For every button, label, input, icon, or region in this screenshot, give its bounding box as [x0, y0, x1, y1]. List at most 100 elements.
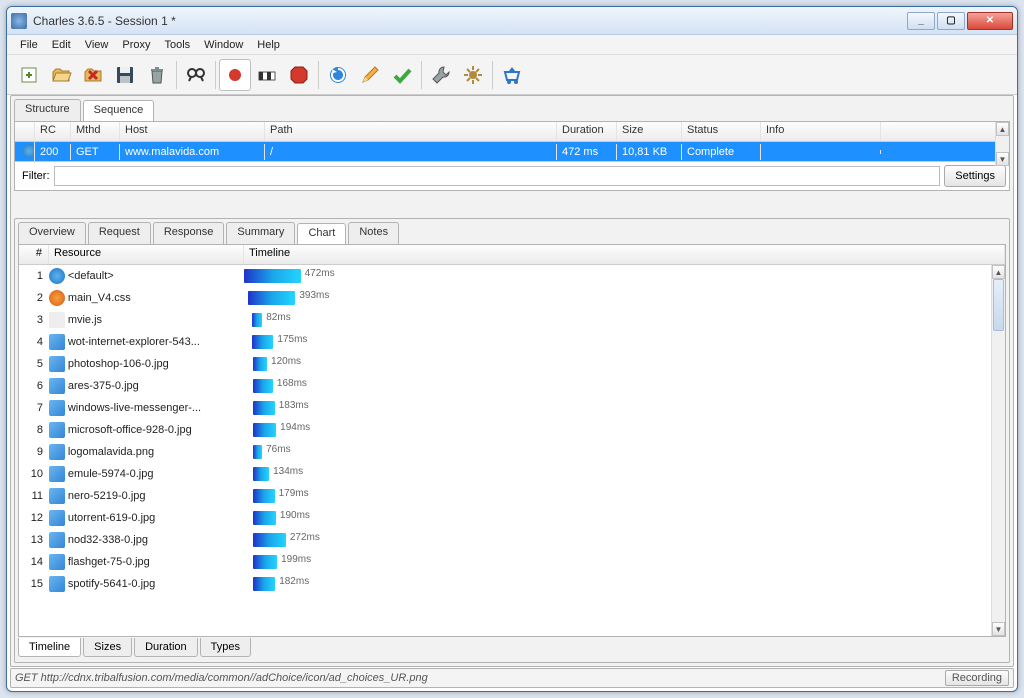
tab-summary[interactable]: Summary: [226, 222, 295, 244]
img-icon: [49, 532, 65, 548]
col-num[interactable]: #: [19, 245, 49, 264]
throttle-icon[interactable]: [251, 59, 283, 91]
statusbar: GET http://cdnx.tribalfusion.com/media/c…: [10, 668, 1014, 688]
scroll-thumb[interactable]: [993, 279, 1004, 331]
btab-types[interactable]: Types: [200, 638, 251, 657]
menu-window[interactable]: Window: [197, 37, 250, 53]
tab-sequence[interactable]: Sequence: [83, 100, 155, 122]
chart-row[interactable]: 2main_V4.css393ms: [19, 287, 991, 309]
menu-edit[interactable]: Edit: [45, 37, 78, 53]
chart-row[interactable]: 6ares-375-0.jpg168ms: [19, 375, 991, 397]
publish-icon[interactable]: [496, 59, 528, 91]
col-duration[interactable]: Duration: [557, 122, 617, 141]
status-text: GET http://cdnx.tribalfusion.com/media/c…: [15, 672, 428, 684]
chart-row[interactable]: 4wot-internet-explorer-543...175ms: [19, 331, 991, 353]
menu-proxy[interactable]: Proxy: [115, 37, 157, 53]
chart-row[interactable]: 12utorrent-619-0.jpg190ms: [19, 507, 991, 529]
row-num: 2: [19, 292, 49, 304]
img-icon: [49, 466, 65, 482]
chart-row[interactable]: 1<default>472ms: [19, 265, 991, 287]
close-button[interactable]: ✕: [967, 12, 1013, 30]
new-session-icon[interactable]: [13, 59, 45, 91]
tab-overview[interactable]: Overview: [18, 222, 86, 244]
col-path[interactable]: Path: [265, 122, 557, 141]
tab-request[interactable]: Request: [88, 222, 151, 244]
btab-sizes[interactable]: Sizes: [83, 638, 132, 657]
detail-panel: OverviewRequestResponseSummaryChartNotes…: [14, 218, 1010, 663]
chart-row[interactable]: 8microsoft-office-928-0.jpg194ms: [19, 419, 991, 441]
tab-chart[interactable]: Chart: [297, 223, 346, 245]
timeline-bar: [248, 291, 295, 305]
img-icon: [49, 356, 65, 372]
titlebar[interactable]: Charles 3.6.5 - Session 1 * _ ▢ ✕: [7, 7, 1017, 35]
menu-help[interactable]: Help: [250, 37, 287, 53]
col-host[interactable]: Host: [120, 122, 265, 141]
btab-duration[interactable]: Duration: [134, 638, 198, 657]
chart-row[interactable]: 15spotify-5641-0.jpg182ms: [19, 573, 991, 595]
chart-row[interactable]: 9logomalavida.png76ms: [19, 441, 991, 463]
resource-name: windows-live-messenger-...: [68, 402, 244, 414]
col-resource[interactable]: Resource: [49, 245, 244, 264]
chart-row[interactable]: 7windows-live-messenger-...183ms: [19, 397, 991, 419]
chart-row[interactable]: 5photoshop-106-0.jpg120ms: [19, 353, 991, 375]
col-info[interactable]: Info: [761, 122, 881, 141]
open-icon[interactable]: [45, 59, 77, 91]
timeline-bar: [252, 313, 262, 327]
scroll-down-icon[interactable]: ▼: [996, 152, 1009, 166]
menu-view[interactable]: View: [78, 37, 116, 53]
table-row[interactable]: 200 GET www.malavida.com / 472 ms 10,81 …: [15, 142, 1009, 162]
chart-scrollbar[interactable]: ▲ ▼: [991, 265, 1005, 636]
col-timeline[interactable]: Timeline: [244, 245, 1005, 264]
col-method[interactable]: Mthd: [71, 122, 120, 141]
save-icon[interactable]: [109, 59, 141, 91]
chart-row[interactable]: 14flashget-75-0.jpg199ms: [19, 551, 991, 573]
trash-icon[interactable]: [141, 59, 173, 91]
record-icon[interactable]: [219, 59, 251, 91]
chart-area: # Resource Timeline 1<default>472ms2main…: [18, 244, 1006, 637]
row-num: 7: [19, 402, 49, 414]
maximize-button[interactable]: ▢: [937, 12, 965, 30]
filter-input[interactable]: [54, 166, 941, 186]
request-table: RC Mthd Host Path Duration Size Status I…: [14, 121, 1010, 191]
table-scrollbar[interactable]: ▲ ▼: [995, 122, 1009, 166]
menu-file[interactable]: File: [13, 37, 45, 53]
col-status[interactable]: Status: [682, 122, 761, 141]
tools-icon[interactable]: [425, 59, 457, 91]
validate-icon[interactable]: [386, 59, 418, 91]
close-session-icon[interactable]: [77, 59, 109, 91]
stop-icon[interactable]: [283, 59, 315, 91]
settings-button[interactable]: Settings: [944, 165, 1006, 187]
timeline-cell: 175ms: [244, 333, 991, 351]
col-icon[interactable]: [15, 122, 35, 141]
tab-notes[interactable]: Notes: [348, 222, 399, 244]
tab-response[interactable]: Response: [153, 222, 225, 244]
tab-structure[interactable]: Structure: [14, 99, 81, 121]
col-rc[interactable]: RC: [35, 122, 71, 141]
main-tabs: StructureSequence: [14, 99, 1010, 121]
refresh-icon[interactable]: [322, 59, 354, 91]
bar-label: 168ms: [277, 378, 307, 389]
chart-row[interactable]: 10emule-5974-0.jpg134ms: [19, 463, 991, 485]
edit-icon[interactable]: [354, 59, 386, 91]
filter-bar: Filter: Settings: [15, 161, 1009, 190]
bottom-tabs: TimelineSizesDurationTypes: [18, 638, 1006, 657]
minimize-button[interactable]: _: [907, 12, 935, 30]
timeline-cell: 179ms: [244, 487, 991, 505]
recording-indicator[interactable]: Recording: [945, 670, 1009, 686]
settings-icon[interactable]: [457, 59, 489, 91]
find-icon[interactable]: [180, 59, 212, 91]
scroll-down-icon[interactable]: ▼: [992, 622, 1005, 636]
timeline-bar: [253, 357, 267, 371]
img-icon: [49, 576, 65, 592]
chart-row[interactable]: 13nod32-338-0.jpg272ms: [19, 529, 991, 551]
menu-tools[interactable]: Tools: [157, 37, 197, 53]
chart-row[interactable]: 11nero-5219-0.jpg179ms: [19, 485, 991, 507]
timeline-bar: [253, 511, 276, 525]
scroll-up-icon[interactable]: ▲: [996, 122, 1009, 136]
scroll-up-icon[interactable]: ▲: [992, 265, 1005, 279]
img-icon: [49, 510, 65, 526]
btab-timeline[interactable]: Timeline: [18, 638, 81, 657]
chart-row[interactable]: 3mvie.js82ms: [19, 309, 991, 331]
col-size[interactable]: Size: [617, 122, 682, 141]
timeline-cell: 82ms: [244, 311, 991, 329]
